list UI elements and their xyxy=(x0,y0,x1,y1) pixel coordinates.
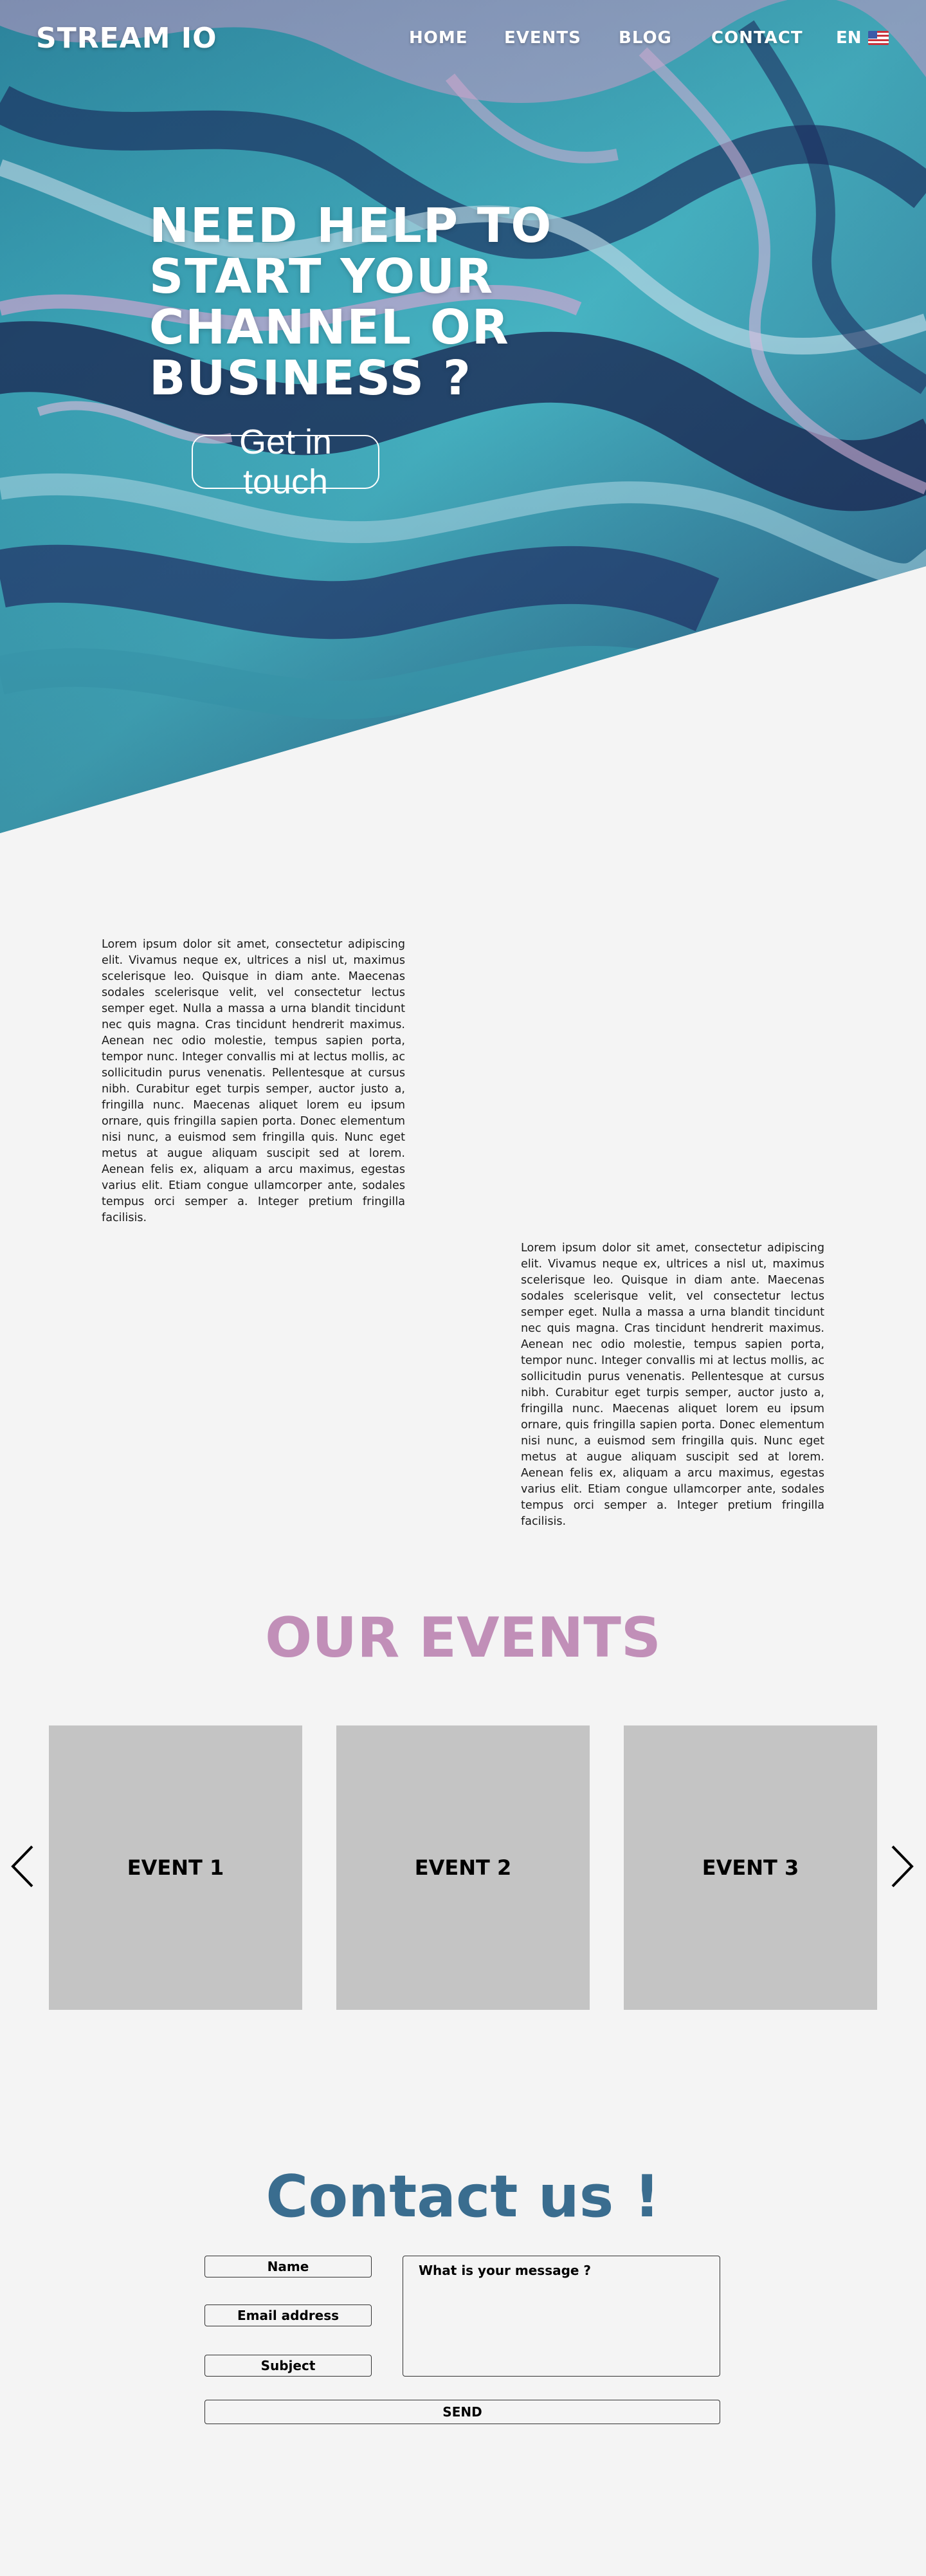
hero-section xyxy=(0,0,926,833)
nav-events-link[interactable]: EVENTS xyxy=(504,28,581,48)
subject-field[interactable] xyxy=(204,2355,372,2377)
nav-contact-link[interactable]: CONTACT xyxy=(711,28,803,48)
us-flag-icon xyxy=(867,31,889,45)
message-field[interactable] xyxy=(403,2256,720,2377)
events-section-title: OUR EVENTS xyxy=(265,1606,661,1670)
event-card-label: EVENT 2 xyxy=(414,1855,512,1880)
hero-title: NEED HELP TO START YOUR CHANNEL OR BUSIN… xyxy=(149,198,553,406)
intro-paragraph-right: Lorem ipsum dolor sit amet, consectetur … xyxy=(521,1242,824,1528)
event-card-2[interactable]: EVENT 2 xyxy=(336,1725,590,2010)
name-field[interactable] xyxy=(204,2256,372,2277)
event-card-label: EVENT 3 xyxy=(702,1855,799,1880)
language-label: EN xyxy=(836,28,862,48)
send-button[interactable]: SEND xyxy=(204,2400,720,2424)
intro-paragraph-left: Lorem ipsum dolor sit amet, consectetur … xyxy=(102,938,405,1224)
nav-blog-link[interactable]: BLOG xyxy=(619,28,672,48)
event-card-label: EVENT 1 xyxy=(127,1855,224,1880)
event-card-1[interactable]: EVENT 1 xyxy=(49,1725,302,2010)
nav-home-link[interactable]: HOME xyxy=(409,28,468,48)
event-card-3[interactable]: EVENT 3 xyxy=(624,1725,877,2010)
get-in-touch-button[interactable]: Get in touch xyxy=(192,423,379,501)
contact-section-title: Contact us ! xyxy=(266,2163,660,2231)
hero-overlay xyxy=(0,0,926,833)
main-nav: HOME EVENTS BLOG CONTACT EN xyxy=(0,28,926,54)
email-field[interactable] xyxy=(204,2305,372,2326)
language-selector[interactable]: EN xyxy=(836,28,889,48)
chevron-right-icon[interactable] xyxy=(889,1844,914,1889)
chevron-left-icon[interactable] xyxy=(10,1844,36,1889)
